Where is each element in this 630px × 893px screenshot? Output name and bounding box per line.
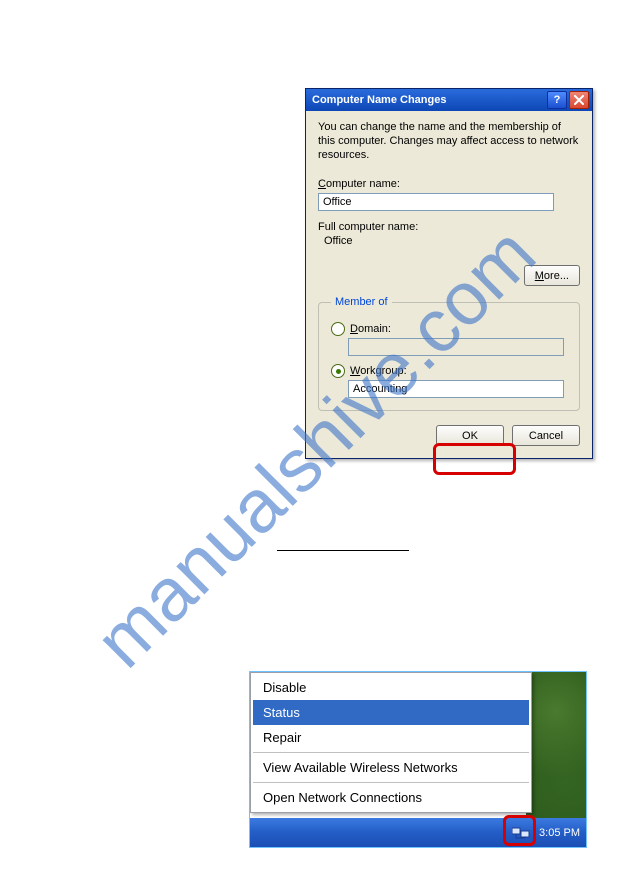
desktop-background [526,672,586,818]
menu-item-disable[interactable]: Disable [253,675,529,700]
taskbar-clock: 3:05 PM [539,827,580,839]
full-computer-name-label: Full computer name: [318,221,580,233]
help-button[interactable]: ? [547,91,567,109]
figure-separator [277,550,409,551]
full-computer-name-value: Office [318,235,580,247]
dialog-title: Computer Name Changes [312,94,545,106]
workgroup-radio[interactable] [331,364,345,378]
close-button[interactable] [569,91,589,109]
menu-item-view-networks[interactable]: View Available Wireless Networks [253,755,529,780]
domain-input [348,338,564,356]
close-icon [574,95,584,105]
domain-radio-row[interactable]: Domain: [331,322,567,336]
menu-separator [253,782,529,783]
workgroup-radio-row[interactable]: Workgroup: [331,364,567,378]
taskbar: 3:05 PM [250,818,586,847]
systray-area: Disable Status Repair View Available Wir… [249,671,587,848]
more-button[interactable]: More... [524,265,580,286]
highlight-ok [433,443,516,475]
member-of-group: Member of Domain: Workgroup: [318,296,580,411]
computer-name-input[interactable] [318,193,554,211]
domain-radio[interactable] [331,322,345,336]
menu-item-open-connections[interactable]: Open Network Connections [253,785,529,810]
network-tray-icon[interactable] [511,823,531,843]
member-of-legend: Member of [331,296,392,308]
computer-name-label: Computer name: [318,178,580,190]
dialog-titlebar: Computer Name Changes ? [306,89,592,111]
workgroup-input[interactable] [348,380,564,398]
ok-button[interactable]: OK [436,425,504,446]
menu-separator [253,752,529,753]
menu-item-repair[interactable]: Repair [253,725,529,750]
menu-item-status[interactable]: Status [253,700,529,725]
computer-name-changes-dialog: Computer Name Changes ? You can change t… [305,88,593,459]
network-context-menu: Disable Status Repair View Available Wir… [250,672,532,813]
workgroup-label: Workgroup: [350,365,407,377]
dialog-description: You can change the name and the membersh… [318,121,580,162]
cancel-button[interactable]: Cancel [512,425,580,446]
domain-label: Domain: [350,323,391,335]
